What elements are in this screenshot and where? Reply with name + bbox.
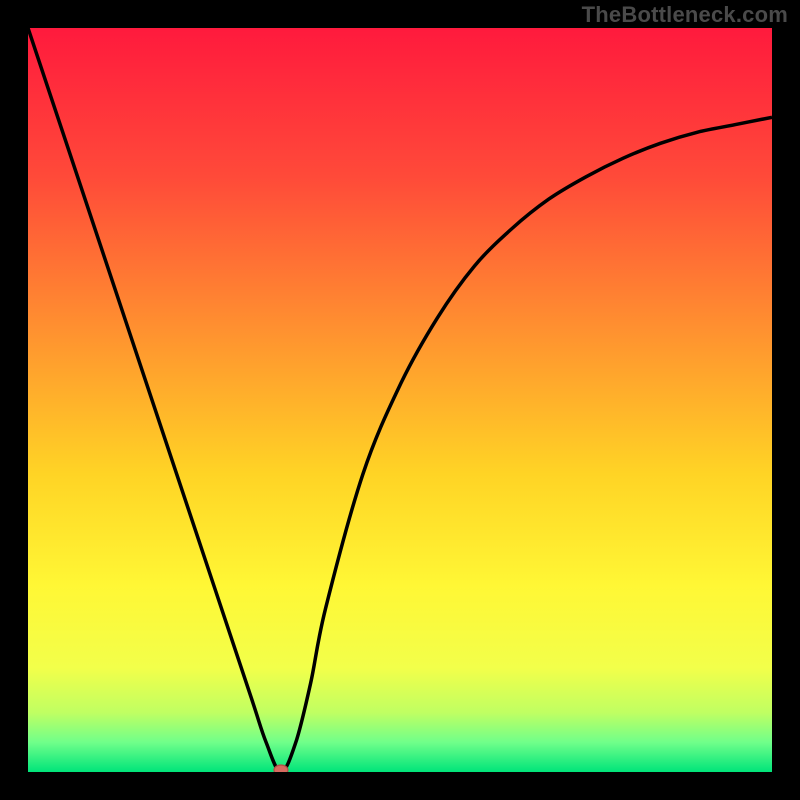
gradient-background <box>28 28 772 772</box>
chart-svg <box>28 28 772 772</box>
plot-area <box>28 28 772 772</box>
watermark-text: TheBottleneck.com <box>582 2 788 28</box>
minimum-marker <box>274 765 288 772</box>
chart-frame: TheBottleneck.com <box>0 0 800 800</box>
